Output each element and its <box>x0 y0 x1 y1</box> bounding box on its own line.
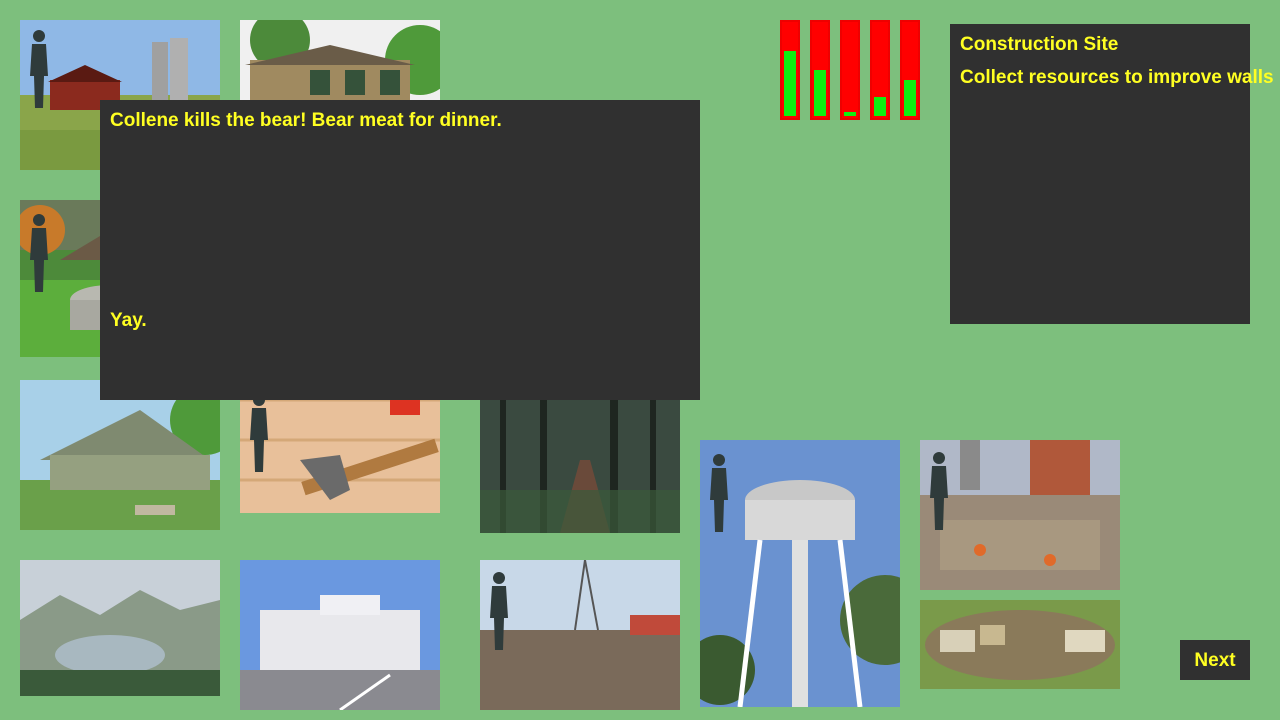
person-silhouette-icon <box>708 452 730 532</box>
next-button[interactable]: Next <box>1180 640 1250 680</box>
person-silhouette-icon <box>28 212 50 292</box>
resource-meter <box>780 20 800 120</box>
event-message: Collene kills the bear! Bear meat for di… <box>110 110 502 131</box>
resource-meter <box>870 20 890 120</box>
location-description: Collect resources to improve walls <box>960 67 1274 88</box>
location-tile-wasteland[interactable] <box>480 560 680 710</box>
location-tile-caravans[interactable] <box>920 600 1120 689</box>
person-silhouette-icon <box>928 450 950 530</box>
person-silhouette-icon <box>248 392 270 472</box>
resource-meter-fill <box>904 79 916 116</box>
location-tile-barracks[interactable] <box>20 380 220 530</box>
resource-meter-fill <box>874 96 886 116</box>
location-tile-construction[interactable] <box>920 440 1120 590</box>
location-tile-lake[interactable] <box>20 560 220 696</box>
location-tile-water-tower[interactable] <box>700 440 900 707</box>
location-info-panel: Construction Site Collect resources to i… <box>950 24 1274 324</box>
resource-meter <box>810 20 830 120</box>
location-tile-hospital[interactable] <box>240 560 440 710</box>
resource-meter-fill <box>784 50 796 116</box>
resource-meter <box>840 20 860 120</box>
event-dialog: Collene kills the bear! Bear meat for di… <box>100 100 700 400</box>
location-tile-forest[interactable] <box>480 380 680 533</box>
person-silhouette-icon <box>28 28 50 108</box>
resource-meter <box>900 20 920 120</box>
location-title: Construction Site <box>960 34 1119 55</box>
resource-meters <box>780 20 920 120</box>
resource-meter-fill <box>814 69 826 116</box>
event-reply-option[interactable]: Yay. <box>110 310 147 332</box>
resource-meter-fill <box>844 112 856 116</box>
person-silhouette-icon <box>488 570 510 650</box>
